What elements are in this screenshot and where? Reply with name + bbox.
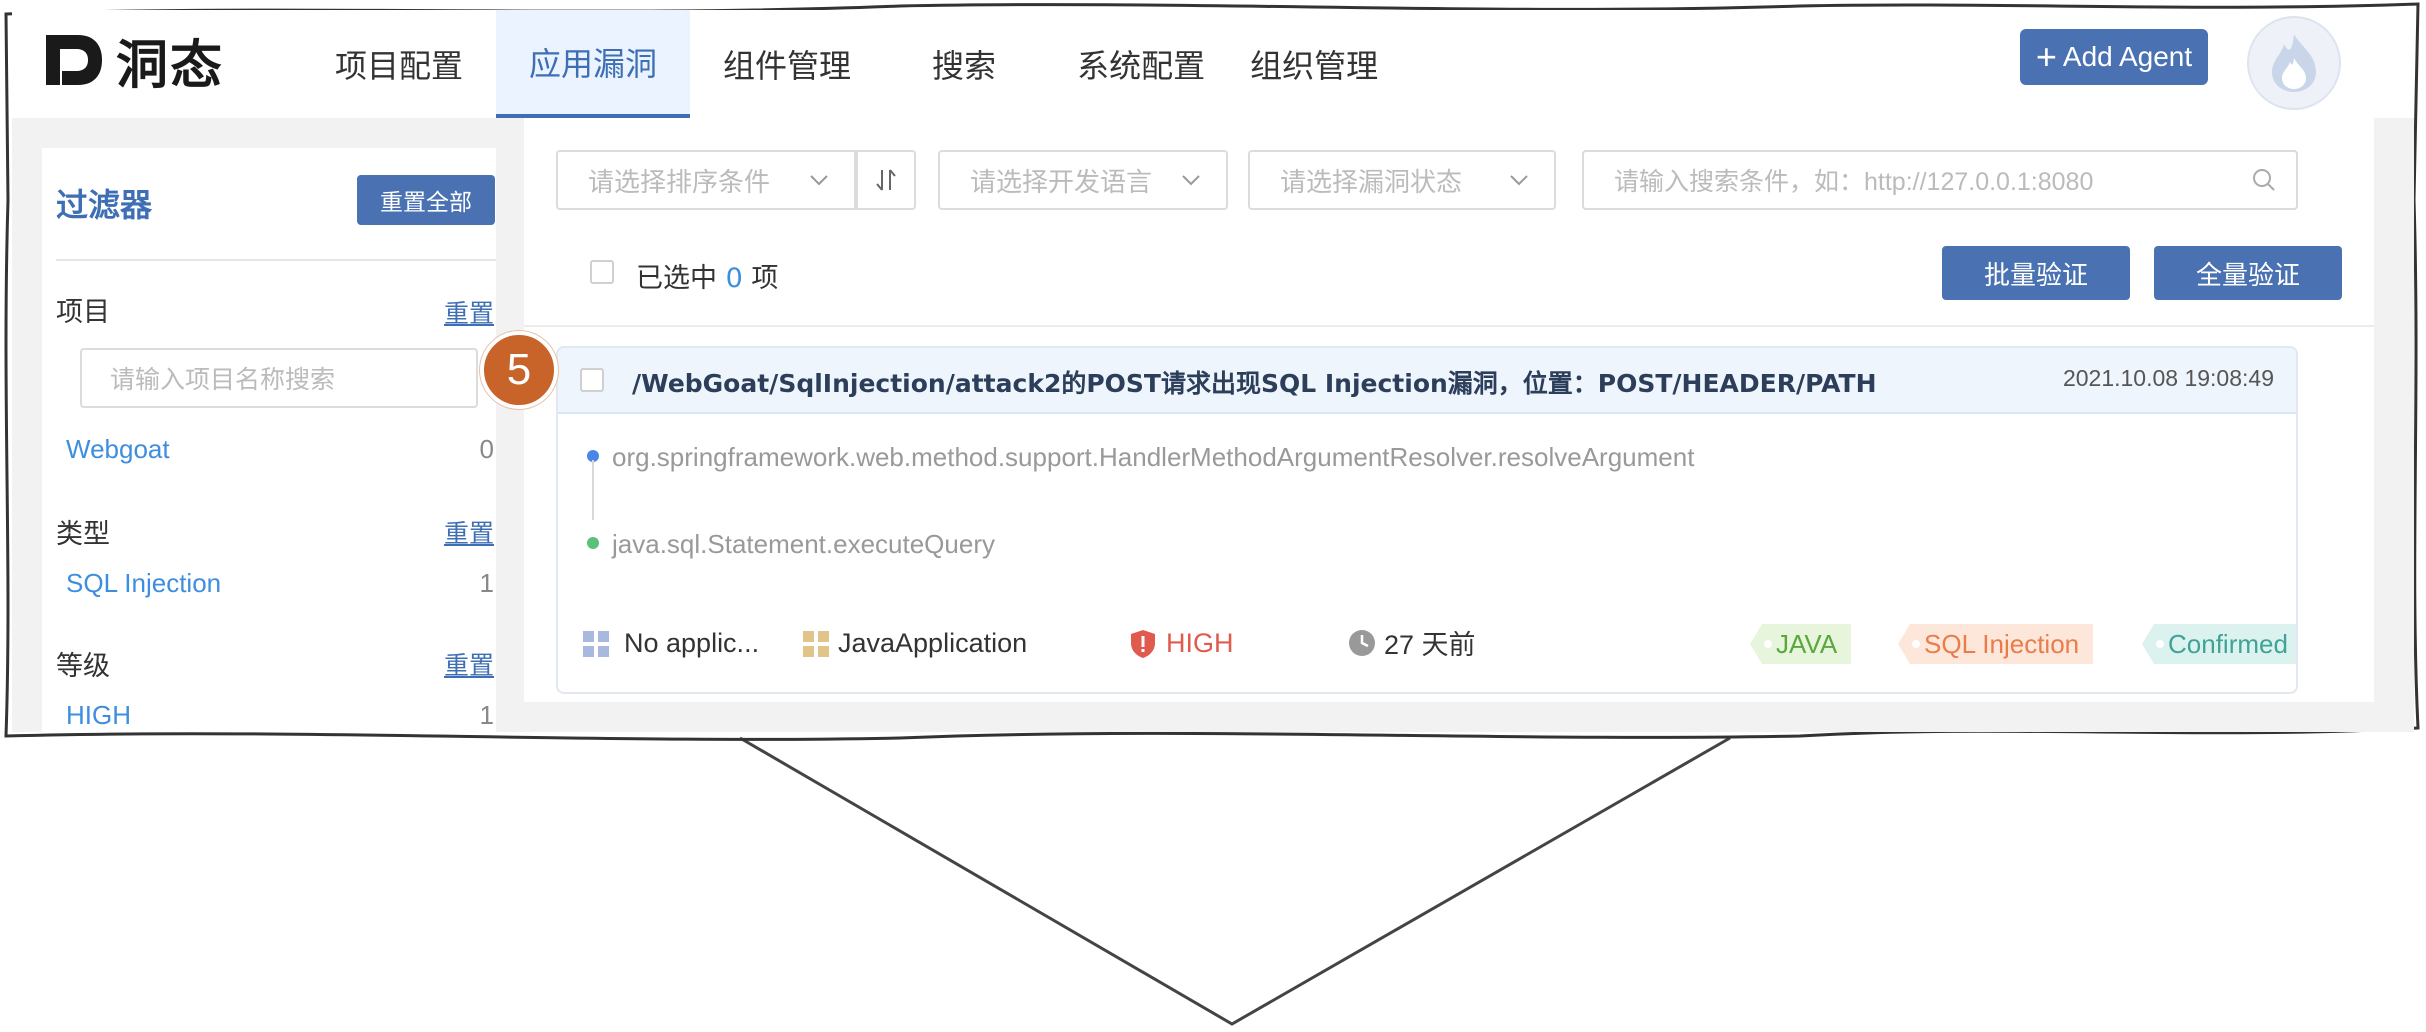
chevron-down-icon bbox=[1510, 175, 1528, 186]
filter-heading-project: 项目 bbox=[56, 297, 110, 328]
status-select-placeholder: 请选择漏洞状态 bbox=[1280, 167, 1463, 198]
trace-method-source: org.springframework.web.method.support.H… bbox=[612, 442, 1695, 472]
step-number-badge: 5 bbox=[480, 331, 558, 409]
sort-order-button[interactable] bbox=[856, 150, 916, 210]
status-select[interactable]: 请选择漏洞状态 bbox=[1248, 150, 1556, 210]
severity-meta: HIGH bbox=[1130, 628, 1234, 659]
filter-count-project: 0 bbox=[479, 434, 494, 464]
nav-search[interactable]: 搜索 bbox=[884, 10, 1044, 118]
add-agent-label: Add Agent bbox=[2062, 41, 2193, 72]
full-verify-button[interactable]: 全量验证 bbox=[2154, 246, 2342, 300]
vulnerability-panel: 请选择排序条件 请选择开发语言 请选择漏洞状态 请输入搜索条件，如：http:/… bbox=[524, 118, 2374, 702]
filter-sidebar: 过滤器 重置全部 项目 重置 请输入项目名称搜索 Webgoat 0 类型 重置… bbox=[42, 148, 496, 732]
age-meta: 27 天前 bbox=[1348, 623, 1476, 662]
search-input[interactable]: 请输入搜索条件，如：http://127.0.0.1:8080 bbox=[1582, 150, 2298, 210]
app-type-meta: JavaApplication bbox=[802, 628, 1027, 659]
language-select[interactable]: 请选择开发语言 bbox=[938, 150, 1228, 210]
sort-select[interactable]: 请选择排序条件 bbox=[556, 150, 856, 210]
filter-heading-type: 类型 bbox=[56, 519, 110, 550]
reset-project-link[interactable]: 重置 bbox=[444, 294, 494, 330]
age-text: 27 天前 bbox=[1384, 630, 1476, 660]
severity-level: HIGH bbox=[1166, 628, 1234, 658]
grid-icon bbox=[583, 630, 609, 657]
sort-select-placeholder: 请选择排序条件 bbox=[588, 167, 771, 198]
tag-language: JAVA bbox=[1750, 624, 1852, 664]
app-window: 洞态 项目配置 应用漏洞 组件管理 搜索 系统配置 组织管理 + Add Age… bbox=[12, 10, 2414, 732]
filter-item-project[interactable]: Webgoat bbox=[66, 434, 170, 465]
search-placeholder: 请输入搜索条件，如：http://127.0.0.1:8080 bbox=[1614, 168, 2094, 196]
logo[interactable]: 洞态 bbox=[42, 25, 225, 96]
divider bbox=[524, 325, 2374, 327]
project-search-input[interactable]: 请输入项目名称搜索 bbox=[80, 348, 478, 408]
flame-icon bbox=[2272, 34, 2316, 92]
filter-title: 过滤器 bbox=[56, 186, 153, 224]
vulnerability-checkbox[interactable] bbox=[580, 368, 604, 392]
card-header: /WebGoat/SqlInjection/attack2的POST请求出现SQ… bbox=[558, 348, 2296, 414]
main-nav: 项目配置 应用漏洞 组件管理 搜索 系统配置 组织管理 bbox=[302, 10, 1388, 118]
nav-component-management[interactable]: 组件管理 bbox=[690, 10, 884, 118]
filter-item-type[interactable]: SQL Injection bbox=[66, 568, 221, 599]
selected-count-text: 已选中 0 项 bbox=[636, 256, 778, 295]
nav-org-management[interactable]: 组织管理 bbox=[1238, 10, 1388, 118]
reset-all-button[interactable]: 重置全部 bbox=[357, 175, 495, 225]
vulnerability-card[interactable]: /WebGoat/SqlInjection/attack2的POST请求出现SQ… bbox=[556, 346, 2298, 694]
nav-project-config[interactable]: 项目配置 bbox=[302, 10, 496, 118]
shield-alert-icon bbox=[1131, 629, 1155, 658]
batch-verify-button[interactable]: 批量验证 bbox=[1942, 246, 2130, 300]
trace-method-sink: java.sql.Statement.executeQuery bbox=[612, 529, 995, 559]
chevron-down-icon bbox=[1182, 175, 1200, 186]
chevron-down-icon bbox=[810, 175, 828, 186]
reset-type-link[interactable]: 重置 bbox=[444, 514, 494, 550]
filter-count-type: 1 bbox=[479, 568, 494, 598]
app-type-icon bbox=[803, 630, 829, 657]
reset-level-link[interactable]: 重置 bbox=[444, 646, 494, 682]
search-icon[interactable] bbox=[2250, 166, 2278, 194]
top-navbar: 洞态 项目配置 应用漏洞 组件管理 搜索 系统配置 组织管理 + Add Age… bbox=[12, 10, 2414, 118]
trace-connector bbox=[592, 460, 594, 520]
plus-icon: + bbox=[2035, 36, 2057, 77]
nav-system-config[interactable]: 系统配置 bbox=[1044, 10, 1238, 118]
app-type-name: JavaApplication bbox=[838, 628, 1028, 658]
sort-icon bbox=[876, 169, 896, 191]
clock-icon bbox=[1349, 629, 1375, 656]
nav-app-vulns[interactable]: 应用漏洞 bbox=[496, 10, 691, 118]
filter-heading-level: 等级 bbox=[56, 651, 110, 682]
trace-dot-icon bbox=[587, 537, 599, 549]
avatar[interactable] bbox=[2247, 16, 2341, 110]
tag-vuln-type: SQL Injection bbox=[1898, 624, 2094, 664]
divider bbox=[56, 259, 496, 261]
vulnerability-title[interactable]: /WebGoat/SqlInjection/attack2的POST请求出现SQ… bbox=[632, 364, 1877, 400]
selected-suffix: 项 bbox=[751, 263, 779, 294]
selected-prefix: 已选中 bbox=[636, 263, 717, 294]
vulnerability-time: 2021.10.08 19:08:49 bbox=[2062, 365, 2274, 391]
application-meta: No applic... bbox=[582, 628, 759, 659]
application-name: No applic... bbox=[624, 628, 760, 658]
add-agent-button[interactable]: + Add Agent bbox=[2020, 29, 2208, 85]
filter-item-level[interactable]: HIGH bbox=[66, 700, 131, 731]
tag-status: Confirmed bbox=[2142, 624, 2296, 664]
selected-count: 0 bbox=[725, 263, 743, 294]
select-all-checkbox[interactable] bbox=[590, 260, 614, 284]
language-select-placeholder: 请选择开发语言 bbox=[970, 167, 1153, 198]
logo-text: 洞态 bbox=[116, 35, 225, 96]
filter-count-level: 1 bbox=[479, 700, 494, 730]
logo-mark-icon bbox=[46, 35, 102, 85]
